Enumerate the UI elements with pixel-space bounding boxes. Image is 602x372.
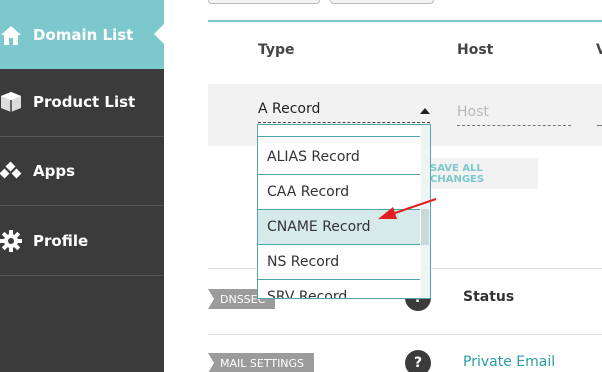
active-indicator <box>154 24 164 44</box>
mail-settings-tag: MAIL SETTINGS <box>208 353 315 372</box>
private-email-link[interactable]: Private Email <box>463 354 555 370</box>
dropdown-option[interactable]: A Record <box>258 125 420 137</box>
tag-notch <box>208 289 214 309</box>
sidebar-item-product-list[interactable]: Product List <box>0 68 164 137</box>
home-icon <box>0 24 22 46</box>
mail-settings-tag-label: MAIL SETTINGS <box>220 356 305 370</box>
mail-help-icon[interactable]: ? <box>405 350 431 372</box>
top-button-left[interactable] <box>208 0 320 4</box>
sidebar-item-label: Product List <box>33 93 136 111</box>
tag-notch <box>208 353 214 372</box>
record-type-dropdown[interactable]: A Record ALIAS Record CAA Record CNAME R… <box>257 124 431 299</box>
record-type-select[interactable]: A Record <box>258 101 430 123</box>
apps-icon <box>0 160 22 182</box>
sidebar: Domain List Product List Apps Profile <box>0 0 164 372</box>
record-type-value: A Record <box>258 101 321 117</box>
dropdown-option[interactable]: ALIAS Record <box>258 140 420 175</box>
box-icon <box>0 91 22 113</box>
column-header-type: Type <box>258 42 295 58</box>
dropdown-option[interactable]: NS Record <box>258 245 420 280</box>
sidebar-item-domain-list[interactable]: Domain List <box>0 0 164 69</box>
value-input[interactable] <box>597 104 602 126</box>
dropdown-option-highlighted[interactable]: CNAME Record <box>258 210 420 245</box>
host-input[interactable]: Host <box>457 104 571 126</box>
sidebar-empty <box>0 277 164 372</box>
sidebar-item-label: Apps <box>33 162 76 180</box>
sidebar-item-profile[interactable]: Profile <box>0 207 164 276</box>
sidebar-item-label: Profile <box>33 232 89 250</box>
sidebar-item-label: Domain List <box>33 25 134 44</box>
section-divider <box>208 334 602 335</box>
save-all-changes-button[interactable]: SAVE ALL CHANGES <box>430 158 538 189</box>
dropdown-option[interactable]: SRV Record <box>258 280 420 298</box>
table-top-rule <box>208 20 602 22</box>
column-header-host: Host <box>457 42 494 58</box>
dropdown-scrollbar-thumb[interactable] <box>421 209 429 245</box>
top-button-right[interactable] <box>330 0 434 4</box>
column-header-value: V <box>596 42 602 58</box>
caret-up-icon <box>420 108 430 114</box>
gear-icon <box>0 230 22 252</box>
dropdown-option[interactable]: CAA Record <box>258 175 420 210</box>
dnssec-status-label: Status <box>463 289 515 305</box>
sidebar-item-apps[interactable]: Apps <box>0 137 164 206</box>
